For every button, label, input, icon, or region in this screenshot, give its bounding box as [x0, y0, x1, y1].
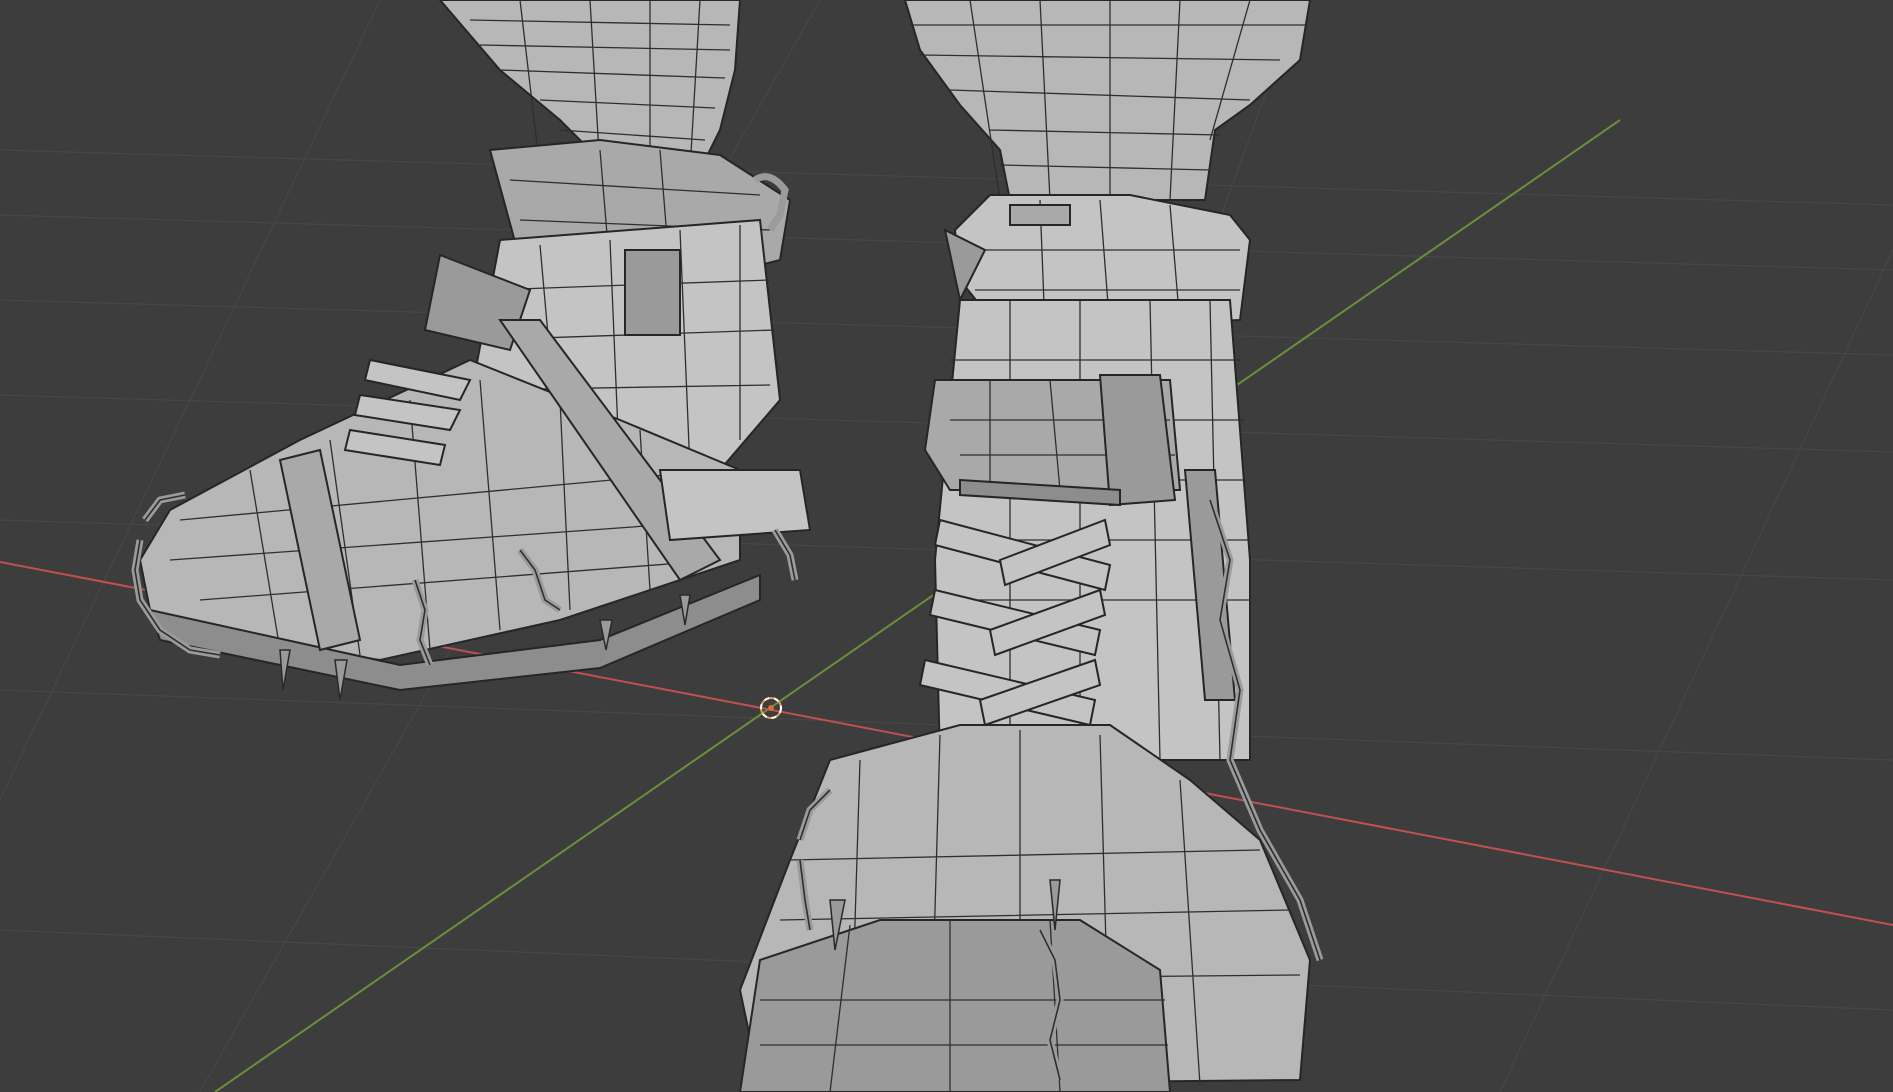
left-boot-mesh[interactable] — [131, 0, 812, 701]
3d-viewport[interactable] — [0, 0, 1893, 1092]
viewport-canvas[interactable] — [0, 0, 1893, 1092]
